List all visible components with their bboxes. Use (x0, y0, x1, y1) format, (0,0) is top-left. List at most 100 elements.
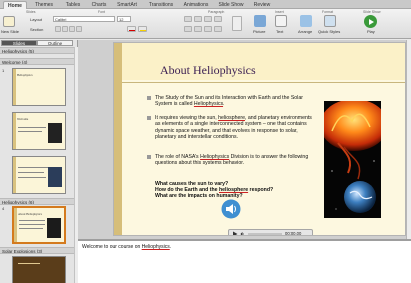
arrange-label[interactable]: Arrange (298, 29, 312, 34)
section-header[interactable]: Welcome (4) (0, 58, 74, 65)
new-slide-label[interactable]: New Slide (1, 29, 19, 34)
bullet-marker (147, 116, 151, 120)
thumbnail-text-line (18, 177, 46, 178)
speaker-icon[interactable] (221, 199, 241, 219)
text-label[interactable]: Text (276, 29, 283, 34)
quick-styles-label[interactable]: Quick Styles (318, 29, 340, 34)
bullet-item[interactable]: The role of NASA’s Heliophysics Division… (147, 154, 312, 167)
align-center-button[interactable] (194, 26, 202, 32)
bullet-text: The Study of the Sun and its Interaction… (155, 95, 303, 108)
bullet-marker (147, 155, 151, 159)
tab-slides-view[interactable]: Slides (1, 40, 37, 46)
thumbnail-text-line (18, 131, 42, 132)
bullet-item[interactable]: It requires viewing the sun, heliosphere… (147, 115, 312, 141)
bullets-button[interactable] (184, 16, 192, 22)
italic-button[interactable] (62, 26, 68, 32)
layout-button[interactable]: Layout (30, 17, 42, 22)
section-header-label: Heliophysics (6) (2, 200, 35, 205)
text-direction-button[interactable] (232, 16, 242, 31)
sun-earth-graphic (324, 101, 381, 218)
thumbnail-title: Welcome (17, 117, 29, 121)
thumbnail-accent-strip (13, 157, 16, 193)
tab-slide-show[interactable]: Slide Show (216, 1, 246, 9)
numbering-button[interactable] (194, 16, 202, 22)
thumbnail-text-line (18, 172, 44, 173)
font-name-field[interactable]: Calibri (53, 16, 115, 22)
group-label-paragraph: Paragraph (208, 10, 225, 14)
tab-home[interactable]: Home (3, 1, 27, 9)
play-triangle-icon (369, 18, 374, 25)
editor-scrollbar[interactable] (406, 40, 411, 239)
spell-flagged-word: Heliophysics (141, 244, 170, 250)
group-label-insert: Insert (275, 10, 284, 14)
section-header-label: Solar Explosions (3) (2, 249, 43, 254)
slide-number: 1 (2, 68, 5, 73)
align-right-button[interactable] (204, 26, 212, 32)
section-button[interactable]: Section (30, 27, 43, 32)
highlight-button[interactable] (138, 26, 147, 32)
thumbnail-accent-strip (14, 208, 17, 242)
decrease-indent-button[interactable] (204, 16, 212, 22)
notes-text-part: . (169, 244, 172, 250)
slide-thumbnail[interactable] (12, 156, 66, 194)
thumbnail-accent-strip (13, 113, 16, 149)
tab-outline-view[interactable]: Outline (37, 40, 73, 46)
strikethrough-button[interactable] (76, 26, 82, 32)
text-box-icon[interactable] (275, 15, 287, 27)
tab-charts[interactable]: Charts (88, 1, 110, 9)
questions-block[interactable]: What causes the sun to vary? How do the … (155, 181, 325, 200)
notes-text[interactable]: Welcome to our course on Heliophysics. (82, 244, 171, 250)
play-icon[interactable] (364, 15, 377, 28)
question-text: How do the Earth and the (155, 187, 219, 194)
tab-themes[interactable]: Themes (31, 1, 57, 9)
slide-thumbnail[interactable] (12, 256, 66, 283)
slide-canvas[interactable]: About Heliophysics The Study of the Sun … (113, 42, 406, 236)
tab-animations[interactable]: Animations (180, 1, 212, 9)
font-color-button[interactable] (127, 26, 136, 32)
underline-button[interactable] (69, 26, 75, 32)
quick-styles-icon[interactable] (324, 15, 336, 27)
thumbnail-text-line (18, 167, 48, 168)
bullet-text: It requires viewing the sun, (155, 115, 219, 121)
align-left-button[interactable] (184, 26, 192, 32)
thumbnail-text-line (19, 220, 45, 221)
slide-number: 4 (2, 206, 5, 211)
tab-tables[interactable]: Tables (61, 1, 85, 9)
play-label[interactable]: Play (367, 29, 375, 34)
picture-icon[interactable] (254, 15, 266, 27)
bullet-text: The role of NASA’s (155, 154, 201, 160)
spell-flagged-word: Heliophysics (193, 101, 224, 108)
spell-flagged-word: heliosphere (218, 115, 245, 121)
notes-text-part: Welcome to our course on (82, 244, 142, 250)
group-label-font: Font (98, 10, 106, 14)
section-header[interactable]: Heliophysics (5) (0, 47, 74, 54)
bullet-item[interactable]: The Study of the Sun and its Interaction… (147, 95, 312, 108)
thumbnail-text-line (19, 224, 45, 225)
thumbnail-title: About Heliophysics (18, 212, 42, 216)
font-color-swatch (129, 29, 135, 31)
slide-thumbnail-selected[interactable]: About Heliophysics (12, 206, 66, 244)
increase-indent-button[interactable] (214, 16, 222, 22)
font-size-field[interactable]: 12 (117, 16, 131, 22)
justify-button[interactable] (214, 26, 222, 32)
picture-label[interactable]: Picture (253, 29, 265, 34)
slide-title[interactable]: About Heliophysics (160, 63, 256, 78)
bold-button[interactable] (55, 26, 61, 32)
tab-review[interactable]: Review (250, 1, 274, 9)
section-header[interactable]: Solar Explosions (3) (0, 247, 74, 254)
sun-earth-image[interactable] (324, 101, 381, 218)
tab-transitions[interactable]: Transitions (145, 1, 177, 9)
thumbnail-text-line (19, 228, 43, 229)
new-slide-icon[interactable] (3, 16, 15, 27)
section-header[interactable]: Heliophysics (6) (0, 198, 74, 205)
audio-player[interactable]: 00:00.00 (228, 229, 313, 235)
notes-pane[interactable]: Welcome to our course on Heliophysics. (78, 239, 411, 283)
section-header-label: Heliophysics (5) (2, 49, 35, 54)
arrange-icon[interactable] (300, 15, 312, 27)
slide-thumbnail[interactable]: Heliophysics (12, 68, 66, 106)
bullet-text: . (223, 101, 225, 108)
tab-smartart[interactable]: SmartArt (113, 1, 141, 9)
thumbnail-text-line (18, 263, 40, 264)
title-divider (122, 82, 405, 83)
slide-thumbnail[interactable]: Welcome (12, 112, 66, 150)
